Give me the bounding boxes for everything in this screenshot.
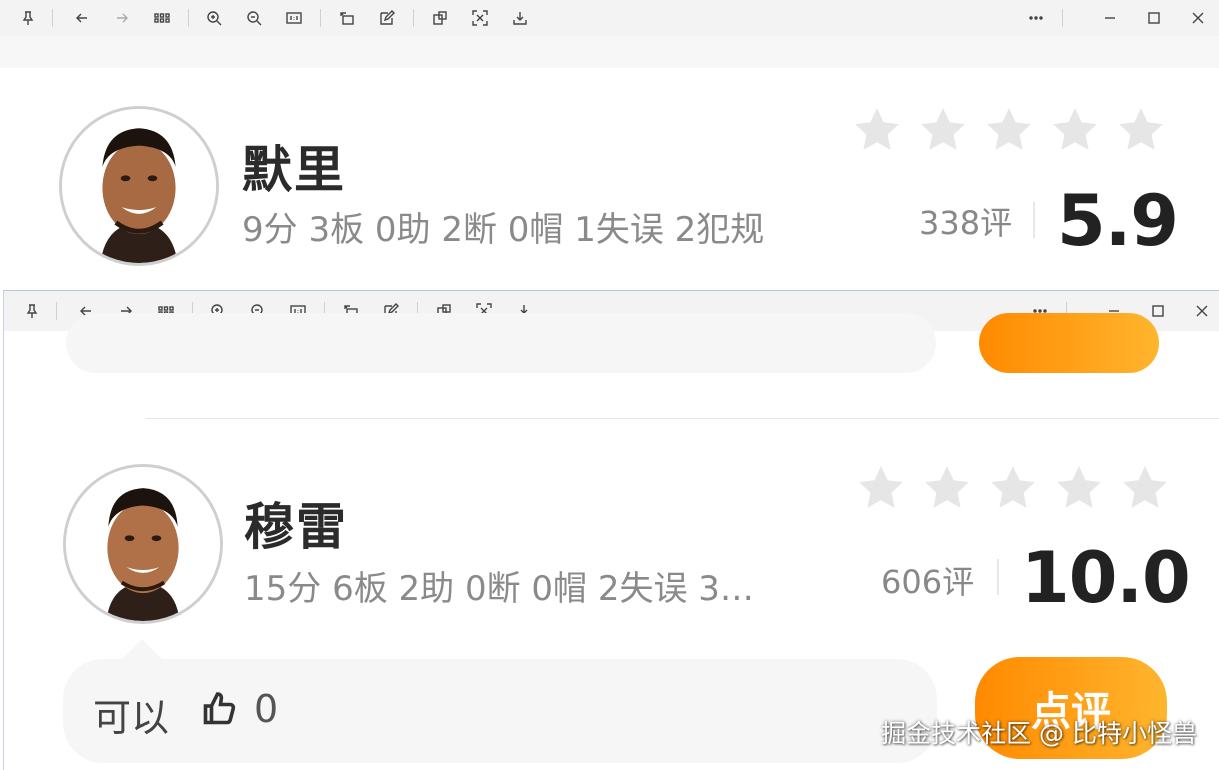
star-icon[interactable] [1049, 105, 1101, 155]
review-count: 606评 [881, 563, 975, 601]
viewer-toolbar [0, 0, 1219, 36]
star-icon[interactable] [983, 105, 1035, 155]
bubble-arrow [120, 639, 164, 661]
save-icon[interactable] [506, 4, 534, 32]
top-band [0, 36, 1219, 68]
close-icon[interactable] [1184, 4, 1212, 32]
viewer-window-2: 穆雷 15分 6板 2助 0断 0帽 2失误 3… 606评 10.0 可以 0… [3, 290, 1219, 770]
row-divider [146, 418, 1219, 419]
star-icon[interactable] [1119, 463, 1171, 513]
pin-icon[interactable] [14, 4, 42, 32]
watermark: 掘金技术社区 @ 比特小怪兽 [881, 719, 1197, 748]
player-photo [66, 467, 220, 621]
player-stat-line: 9分 3板 0助 2断 0帽 1失误 2犯规 [242, 210, 765, 250]
player-name: 默里 [242, 141, 346, 199]
player-photo [62, 109, 216, 263]
scan-icon[interactable] [466, 4, 494, 32]
pin-icon[interactable] [18, 297, 46, 325]
zoom-in-icon[interactable] [200, 4, 228, 32]
player-avatar[interactable] [63, 464, 223, 624]
star-icon[interactable] [917, 105, 969, 155]
previous-review-button[interactable] [979, 313, 1159, 373]
back-icon[interactable] [68, 4, 96, 32]
close-icon[interactable] [1188, 297, 1216, 325]
viewer-window-1: 默里 9分 3板 0助 2断 0帽 1失误 2犯规 338评 5.9 [0, 0, 1219, 292]
comment-bubble[interactable] [63, 659, 937, 763]
like-count: 0 [254, 687, 279, 731]
actual-size-icon[interactable] [280, 4, 308, 32]
star-icon[interactable] [1053, 463, 1105, 513]
divider [997, 559, 999, 595]
rating-stars[interactable] [851, 105, 1167, 155]
star-icon[interactable] [855, 463, 907, 513]
star-icon[interactable] [851, 105, 903, 155]
thumbs-up-icon[interactable] [201, 691, 237, 727]
comment-text: 可以 [93, 696, 170, 740]
minimize-icon[interactable] [1096, 4, 1124, 32]
star-icon[interactable] [921, 463, 973, 513]
edit-icon[interactable] [373, 4, 401, 32]
player-score: 10.0 [1021, 537, 1191, 619]
ocr-icon[interactable] [426, 4, 454, 32]
player-avatar[interactable] [59, 106, 219, 266]
player-stat-line: 15分 6板 2助 0断 0帽 2失误 3… [244, 569, 754, 609]
player-name: 穆雷 [244, 498, 348, 556]
grid-icon[interactable] [148, 4, 176, 32]
divider [1033, 202, 1035, 238]
maximize-icon[interactable] [1140, 4, 1168, 32]
star-icon[interactable] [1115, 105, 1167, 155]
star-icon[interactable] [987, 463, 1039, 513]
rotate-icon[interactable] [333, 4, 361, 32]
zoom-out-icon[interactable] [240, 4, 268, 32]
forward-icon[interactable] [108, 4, 136, 32]
review-count: 338评 [919, 204, 1013, 242]
previous-comment-bubble [66, 313, 936, 373]
rating-stars[interactable] [855, 463, 1171, 513]
player-score: 5.9 [1057, 180, 1179, 262]
more-icon[interactable] [1022, 4, 1050, 32]
